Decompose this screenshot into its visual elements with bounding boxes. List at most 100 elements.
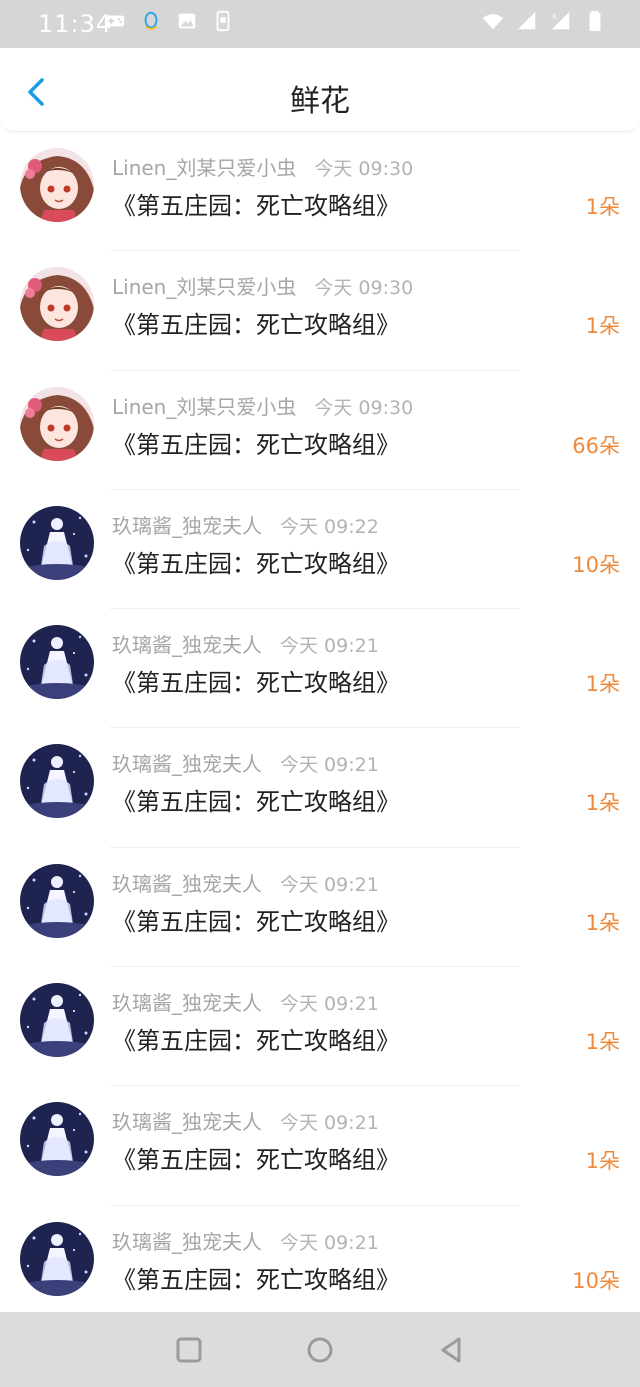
- list-item[interactable]: 玖璃酱_独宠夫人 今天 09:21 《第五庄园：死亡攻略组》 1朵: [0, 609, 640, 729]
- list-item[interactable]: Linen_刘某只爱小虫 今天 09:30 《第五庄园：死亡攻略组》 1朵: [0, 132, 640, 252]
- avatar-night-figure-icon: [20, 505, 94, 580]
- status-icons-left: [104, 10, 234, 32]
- user-name[interactable]: 玖璃酱_独宠夫人: [112, 633, 262, 657]
- avatar[interactable]: [20, 863, 94, 938]
- list-item[interactable]: 玖璃酱_独宠夫人 今天 09:21 《第五庄园：死亡攻略组》 10朵: [0, 1206, 640, 1312]
- book-title[interactable]: 《第五庄园：死亡攻略组》: [112, 1140, 400, 1175]
- list-item[interactable]: Linen_刘某只爱小虫 今天 09:30 《第五庄园：死亡攻略组》 1朵: [0, 251, 640, 371]
- flower-count: 10朵: [572, 1268, 620, 1293]
- user-name[interactable]: 玖璃酱_独宠夫人: [112, 1110, 262, 1134]
- flower-count: 1朵: [585, 791, 620, 816]
- user-name[interactable]: 玖璃酱_独宠夫人: [112, 752, 262, 776]
- recents-square-icon: [176, 1337, 202, 1363]
- user-name[interactable]: Linen_刘某只爱小虫: [112, 156, 296, 180]
- avatar[interactable]: [20, 625, 94, 700]
- book-title[interactable]: 《第五庄园：死亡攻略组》: [112, 544, 400, 579]
- nav-bar: [0, 1312, 640, 1387]
- item-meta: 玖璃酱_独宠夫人 今天 09:21: [112, 748, 379, 777]
- signal-icon: [517, 11, 536, 30]
- avatar-night-figure-icon: [20, 1221, 94, 1296]
- item-time: 今天 09:30: [314, 277, 414, 300]
- flower-count: 1朵: [585, 672, 620, 697]
- item-meta: 玖璃酱_独宠夫人 今天 09:21: [112, 629, 379, 658]
- flower-count: 1朵: [585, 1149, 620, 1174]
- avatar[interactable]: [20, 267, 94, 342]
- list-item[interactable]: 玖璃酱_独宠夫人 今天 09:21 《第五庄园：死亡攻略组》 1朵: [0, 848, 640, 968]
- page-title: 鲜花: [290, 84, 350, 119]
- avatar-night-figure-icon: [20, 744, 94, 819]
- item-meta: Linen_刘某只爱小虫 今天 09:30: [112, 271, 413, 300]
- back-triangle-icon: [441, 1337, 461, 1363]
- item-meta: Linen_刘某只爱小虫 今天 09:30: [112, 391, 413, 420]
- avatar[interactable]: [20, 505, 94, 580]
- image-icon: [178, 13, 196, 29]
- user-name[interactable]: Linen_刘某只爱小虫: [112, 395, 296, 419]
- item-time: 今天 09:21: [280, 754, 379, 777]
- avatar[interactable]: [20, 1102, 94, 1177]
- avatar[interactable]: [20, 983, 94, 1058]
- item-time: 今天 09:21: [280, 873, 379, 896]
- user-name[interactable]: 玖璃酱_独宠夫人: [112, 1230, 262, 1254]
- flower-count: 1朵: [585, 1030, 620, 1055]
- qq-icon: [144, 11, 158, 30]
- list-item[interactable]: 玖璃酱_独宠夫人 今天 09:21 《第五庄园：死亡攻略组》 1朵: [0, 967, 640, 1087]
- list-item[interactable]: 玖璃酱_独宠夫人 今天 09:22 《第五庄园：死亡攻略组》 10朵: [0, 490, 640, 610]
- flower-count: 1朵: [585, 195, 620, 219]
- flower-count: 1朵: [585, 314, 620, 339]
- avatar-girl-pink-icon: [20, 267, 94, 342]
- book-title[interactable]: 《第五庄园：死亡攻略组》: [112, 782, 400, 817]
- book-title[interactable]: 《第五庄园：死亡攻略组》: [112, 305, 400, 340]
- item-time: 今天 09:21: [280, 635, 379, 658]
- avatar[interactable]: [20, 744, 94, 819]
- status-time: 11:34: [38, 10, 113, 38]
- battery-icon: [589, 10, 601, 32]
- book-title[interactable]: 《第五庄园：死亡攻略组》: [112, 1021, 400, 1056]
- avatar-night-figure-icon: [20, 625, 94, 700]
- sim-icon: [216, 10, 230, 32]
- avatar-night-figure-icon: [20, 863, 94, 938]
- header: 鲜花: [0, 48, 640, 132]
- item-time: 今天 09:22: [280, 515, 379, 538]
- home-button[interactable]: [304, 1334, 336, 1366]
- gift-list[interactable]: Linen_刘某只爱小虫 今天 09:30 《第五庄园：死亡攻略组》 1朵 Lin…: [0, 132, 640, 1312]
- item-meta: 玖璃酱_独宠夫人 今天 09:21: [112, 1226, 379, 1255]
- avatar-girl-pink-icon: [20, 148, 94, 222]
- status-icons-right: x: [482, 10, 606, 32]
- user-name[interactable]: 玖璃酱_独宠夫人: [112, 872, 262, 896]
- status-bar: 11:34 x: [0, 0, 640, 48]
- flower-count: 1朵: [585, 910, 620, 935]
- user-name[interactable]: 玖璃酱_独宠夫人: [112, 991, 262, 1015]
- item-time: 今天 09:21: [280, 993, 379, 1016]
- book-title[interactable]: 《第五庄园：死亡攻略组》: [112, 186, 400, 221]
- svg-text:x: x: [552, 10, 557, 20]
- home-circle-icon: [307, 1337, 333, 1363]
- book-title[interactable]: 《第五庄园：死亡攻略组》: [112, 1260, 400, 1295]
- item-time: 今天 09:30: [314, 158, 414, 180]
- user-name[interactable]: Linen_刘某只爱小虫: [112, 275, 296, 299]
- book-title[interactable]: 《第五庄园：死亡攻略组》: [112, 902, 400, 937]
- signal-x-icon: x: [551, 10, 570, 30]
- user-name[interactable]: 玖璃酱_独宠夫人: [112, 514, 262, 538]
- avatar-girl-pink-icon: [20, 386, 94, 461]
- item-time: 今天 09:30: [314, 396, 414, 419]
- book-title[interactable]: 《第五庄园：死亡攻略组》: [112, 663, 400, 698]
- list-item[interactable]: Linen_刘某只爱小虫 今天 09:30 《第五庄园：死亡攻略组》 66朵: [0, 371, 640, 490]
- avatar[interactable]: [20, 386, 94, 461]
- item-time: 今天 09:21: [280, 1231, 379, 1254]
- item-meta: 玖璃酱_独宠夫人 今天 09:21: [112, 868, 379, 897]
- list-item[interactable]: 玖璃酱_独宠夫人 今天 09:21 《第五庄园：死亡攻略组》 1朵: [0, 1086, 640, 1206]
- book-title[interactable]: 《第五庄园：死亡攻略组》: [112, 425, 400, 460]
- item-time: 今天 09:21: [280, 1112, 379, 1135]
- list-item[interactable]: 玖璃酱_独宠夫人 今天 09:21 《第五庄园：死亡攻略组》 1朵: [0, 728, 640, 848]
- recents-button[interactable]: [173, 1334, 205, 1366]
- avatar-night-figure-icon: [20, 983, 94, 1058]
- flower-count: 66朵: [572, 433, 620, 458]
- avatar[interactable]: [20, 148, 94, 222]
- item-meta: 玖璃酱_独宠夫人 今天 09:22: [112, 510, 379, 539]
- system-back-button[interactable]: [435, 1334, 467, 1366]
- wifi-icon: [482, 14, 504, 30]
- flower-count: 10朵: [572, 552, 620, 577]
- avatar-night-figure-icon: [20, 1102, 94, 1177]
- avatar[interactable]: [20, 1221, 94, 1296]
- item-meta: 玖璃酱_独宠夫人 今天 09:21: [112, 987, 379, 1016]
